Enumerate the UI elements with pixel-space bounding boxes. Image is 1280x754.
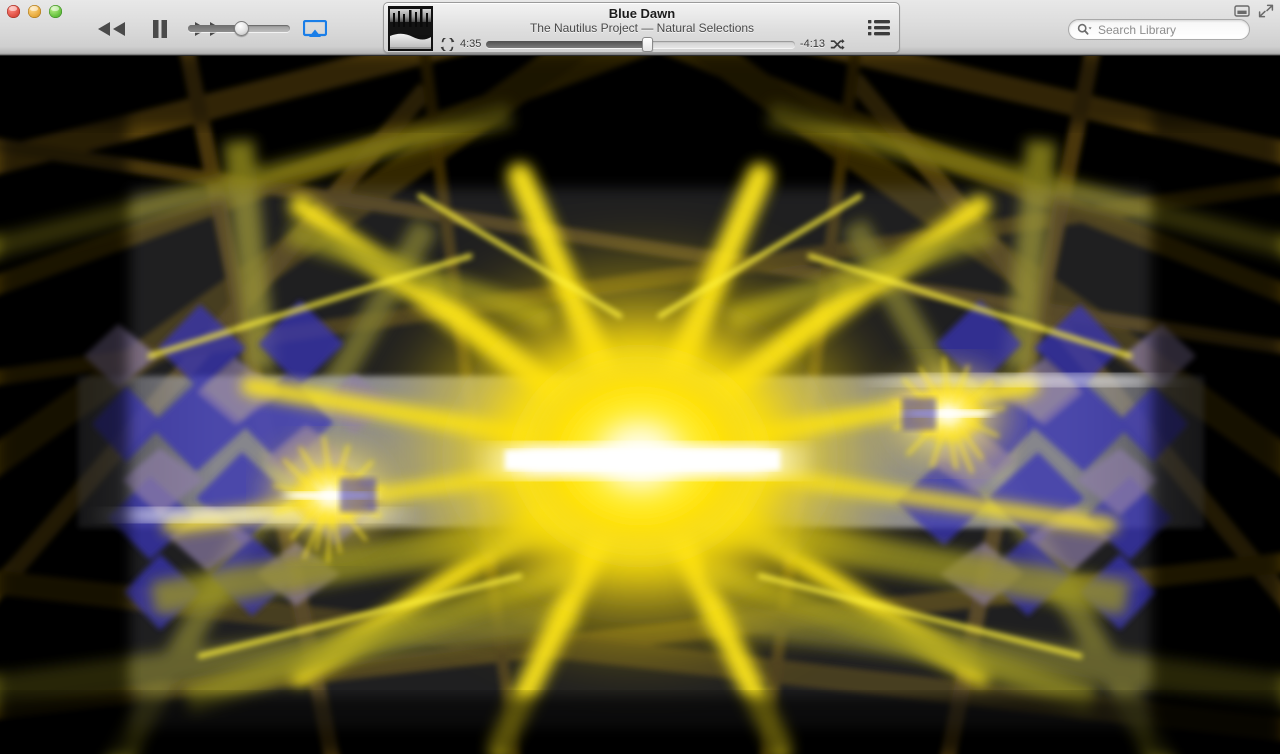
repeat-icon xyxy=(440,37,455,51)
playback-scrubber[interactable] xyxy=(486,37,795,52)
scrubber-fill xyxy=(486,41,647,48)
search-field[interactable]: Search Library xyxy=(1068,19,1250,40)
airplay-icon xyxy=(302,19,328,37)
minimize-button[interactable] xyxy=(28,5,41,18)
zoom-button[interactable] xyxy=(49,5,62,18)
track-title: Blue Dawn xyxy=(608,6,676,21)
playback-progress-row: 4:35 -4:13 xyxy=(440,36,845,52)
album-artwork[interactable] xyxy=(388,6,433,51)
rewind-button[interactable] xyxy=(88,14,136,44)
search-icon xyxy=(1077,23,1092,35)
shuffle-icon xyxy=(830,38,845,50)
track-info: Blue Dawn The Nautilus Project — Natural… xyxy=(441,6,843,35)
visualizer-graphic xyxy=(0,56,1280,754)
close-button[interactable] xyxy=(7,5,20,18)
shuffle-button[interactable] xyxy=(830,38,845,51)
volume-slider[interactable] xyxy=(188,21,290,36)
now-playing-panel[interactable]: Blue Dawn The Nautilus Project — Natural… xyxy=(383,2,900,53)
album-artwork-image xyxy=(388,6,433,51)
up-next-icon xyxy=(868,20,890,36)
pause-icon xyxy=(153,20,167,38)
play-pause-button[interactable] xyxy=(136,14,184,44)
remaining-time: -4:13 xyxy=(799,38,825,50)
rewind-icon xyxy=(98,22,125,36)
fullscreen-icon[interactable] xyxy=(1258,4,1274,18)
toolbar: Blue Dawn The Nautilus Project — Natural… xyxy=(0,0,1280,56)
scrubber-knob[interactable] xyxy=(641,37,653,52)
miniplayer-icon[interactable] xyxy=(1234,4,1250,18)
repeat-button[interactable] xyxy=(440,37,455,51)
search-placeholder: Search Library xyxy=(1098,22,1177,37)
airplay-button[interactable] xyxy=(302,19,328,38)
visualizer-canvas[interactable] xyxy=(0,56,1280,754)
window-controls xyxy=(7,5,62,18)
window-mode-controls xyxy=(1234,4,1274,18)
volume-knob[interactable] xyxy=(234,21,250,36)
track-artist-album: The Nautilus Project — Natural Selection… xyxy=(529,21,755,35)
elapsed-time: 4:35 xyxy=(460,38,482,50)
up-next-button[interactable] xyxy=(865,15,893,41)
